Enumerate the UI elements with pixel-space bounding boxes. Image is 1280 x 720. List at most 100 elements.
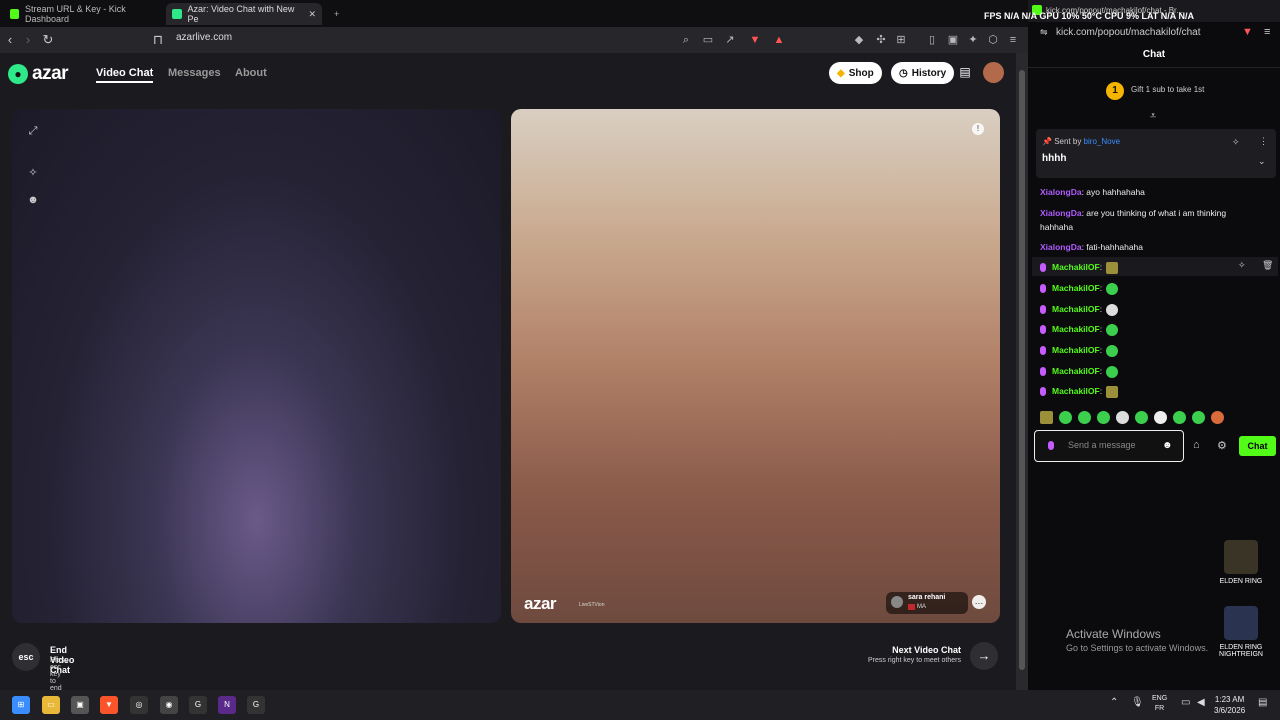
report-icon[interactable]: ! (972, 123, 984, 135)
gift-sub-text[interactable]: Gift 1 sub to take 1st (1131, 85, 1204, 94)
desktop-icon-elden-ring[interactable]: ELDEN RING (1211, 540, 1271, 585)
nav-video-chat[interactable]: Video Chat (96, 67, 154, 83)
emote-icon[interactable] (1116, 411, 1129, 424)
nav-messages[interactable]: Messages (168, 67, 221, 79)
settings-gear-icon[interactable]: ⚙ (1217, 439, 1227, 452)
emoji-picker-icon[interactable]: ☻ (1162, 440, 1173, 451)
system-clock[interactable]: 1:23 AM 3/6/2026 (1214, 694, 1245, 716)
emote-icon[interactable] (1078, 411, 1091, 424)
zoom-icon[interactable]: ⌕ (679, 33, 693, 47)
esc-key-badge[interactable]: esc (12, 643, 40, 671)
shield-icon[interactable]: ◆ (852, 33, 866, 47)
language-indicator[interactable]: ENG FR (1152, 694, 1167, 714)
brave-shields-icon[interactable]: ▼ (1242, 26, 1253, 38)
delete-message-icon[interactable]: 🗑 (1262, 260, 1273, 271)
file-explorer-icon[interactable]: ▭ (42, 696, 60, 714)
forward-icon[interactable]: › (20, 32, 36, 48)
tab-azar[interactable]: Azar: Video Chat with New Pe ✕ (166, 3, 322, 25)
new-tab-button[interactable]: + (328, 3, 348, 25)
emote-icon[interactable] (1059, 411, 1072, 424)
network-icon[interactable]: ▭ (1181, 697, 1190, 708)
bookmark-icon[interactable]: ⊓ (150, 32, 166, 48)
nzxt-icon[interactable]: N (218, 696, 236, 714)
collapse-chevron-icon[interactable]: ⩡ (1150, 110, 1156, 123)
extensions-icon[interactable]: ✣ (874, 33, 888, 47)
chat-message[interactable]: MachakilOF: (1040, 281, 1260, 295)
steam-icon[interactable]: ◎ (130, 696, 148, 714)
tray-expand-icon[interactable]: ⌃ (1110, 697, 1118, 708)
brave-rewards-icon[interactable]: ▲ (772, 33, 786, 47)
history-button[interactable]: ◷ History (891, 62, 955, 84)
emote-icon[interactable] (1211, 411, 1224, 424)
sidebar-icon[interactable]: ▯ (925, 33, 939, 47)
brave-browser-icon[interactable]: ▼ (100, 696, 118, 714)
chat-username[interactable]: MachakilOF (1052, 304, 1100, 314)
emote-icon[interactable] (1154, 411, 1167, 424)
chat-username[interactable]: XialongDa (1040, 208, 1082, 218)
close-tab-icon[interactable]: ✕ (308, 9, 316, 20)
chat-username[interactable]: XialongDa (1040, 242, 1082, 252)
app-g-icon[interactable]: G (189, 696, 207, 714)
unpin-icon[interactable]: ✧ (1232, 137, 1240, 148)
chat-username[interactable]: MachakilOF (1052, 345, 1100, 355)
obs-icon[interactable]: ◉ (160, 696, 178, 714)
chat-username[interactable]: MachakilOF (1052, 324, 1100, 334)
leo-icon[interactable]: ✦ (966, 33, 980, 47)
microphone-tray-icon[interactable]: 🎙 (1131, 697, 1144, 708)
emote-icon[interactable] (1135, 411, 1148, 424)
brave-shields-icon[interactable]: ▼ (748, 33, 762, 47)
face-filter-icon[interactable]: ☻ (26, 193, 40, 207)
mic-icon[interactable] (1048, 441, 1054, 450)
site-settings-icon[interactable]: ⇋ (1040, 27, 1048, 38)
chat-message[interactable]: MachakilOF: (1040, 260, 1260, 274)
emote-icon[interactable] (1173, 411, 1186, 424)
avatar[interactable] (983, 62, 1004, 83)
expand-pinned-icon[interactable]: ⌄ (1258, 156, 1266, 167)
inbox-icon[interactable]: ▤ (958, 65, 972, 79)
scrollbar-thumb[interactable] (1019, 70, 1025, 670)
vpn-icon[interactable]: ⬡ (986, 33, 1000, 47)
wallet-icon[interactable]: ▣ (946, 33, 960, 47)
chat-message[interactable]: MachakilOF: (1040, 302, 1260, 316)
desktop-icon-elden-ring-nightreign[interactable]: ELDEN RING NIGHTREIGN (1211, 606, 1271, 658)
volume-icon[interactable]: ◀ (1197, 697, 1205, 708)
reload-icon[interactable]: ↻ (40, 32, 56, 48)
emote-icon[interactable] (1097, 411, 1110, 424)
nav-about[interactable]: About (235, 67, 267, 79)
shop-button[interactable]: ◆ Shop (829, 62, 882, 84)
store-icon[interactable]: ⌂ (1193, 439, 1200, 451)
chat-username[interactable]: XialongDa (1040, 187, 1082, 197)
next-arrow-button[interactable]: → (970, 642, 998, 670)
notifications-icon[interactable]: ▤ (1258, 697, 1267, 708)
back-icon[interactable]: ‹ (2, 32, 18, 48)
store-app-icon[interactable]: ▣ (71, 696, 89, 714)
send-chat-button[interactable]: Chat (1239, 436, 1276, 456)
emote-icon[interactable] (1192, 411, 1205, 424)
windows-start-icon[interactable]: ⊞ (12, 696, 30, 714)
pinned-more-icon[interactable]: ⋮ (1259, 136, 1268, 147)
azar-logo[interactable]: ● azar (8, 63, 69, 85)
emote-icon[interactable] (1040, 411, 1053, 424)
url-field[interactable]: azarlive.com (176, 32, 232, 43)
more-options-icon[interactable]: … (972, 595, 986, 609)
chat-message[interactable]: MachakilOF: (1040, 343, 1260, 357)
expand-icon[interactable]: ⤢ (26, 124, 40, 138)
tab-search-icon[interactable]: ⊞ (894, 33, 908, 47)
chat-username[interactable]: MachakilOF (1052, 386, 1100, 396)
app-g2-icon[interactable]: G (247, 696, 265, 714)
chat-message[interactable]: MachakilOF: (1040, 384, 1260, 398)
chat-username[interactable]: MachakilOF (1052, 283, 1100, 293)
cast-icon[interactable]: ▭ (701, 33, 715, 47)
next-video-chat-title[interactable]: Next Video Chat (892, 645, 961, 655)
chat-message[interactable]: XialongDa: fati-hahhahaha (1040, 240, 1260, 254)
chat-username[interactable]: MachakilOF (1052, 366, 1100, 376)
tab-kick-dashboard[interactable]: Stream URL & Key - Kick Dashboard (4, 3, 164, 25)
chat-username[interactable]: MachakilOF (1052, 262, 1100, 272)
chat-message[interactable]: XialongDa: ayo hahhahaha (1040, 185, 1260, 199)
share-icon[interactable]: ↗ (723, 33, 737, 47)
chat-input-placeholder[interactable]: Send a message (1068, 440, 1136, 450)
effects-wand-icon[interactable]: ✧ (26, 166, 40, 180)
kick-url-field[interactable]: kick.com/popout/machakilof/chat (1056, 27, 1201, 38)
chat-message[interactable]: XialongDa: are you thinking of what i am… (1040, 206, 1260, 234)
pinned-user[interactable]: biro_Nove (1084, 137, 1120, 146)
